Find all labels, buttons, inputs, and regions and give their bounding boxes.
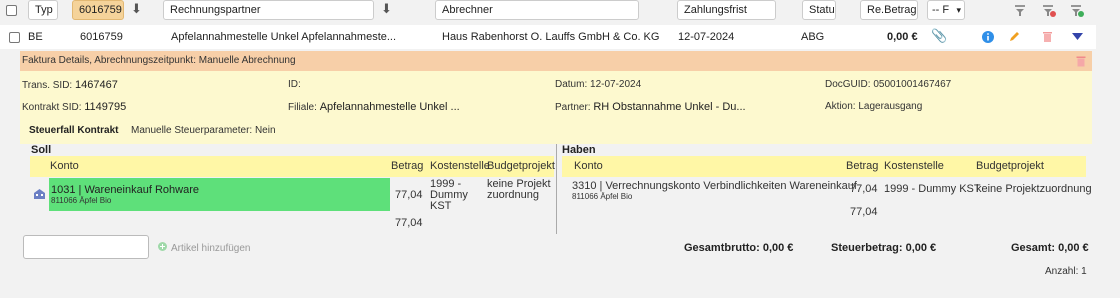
aktion-label: Aktion: (825, 101, 856, 112)
filter-remove-icon[interactable] (1042, 5, 1056, 17)
details-delete-icon[interactable] (1076, 55, 1086, 67)
soll-betrag: 77,04 (395, 189, 423, 201)
id-field: ID: (288, 79, 301, 90)
haben-header-kostenstelle: Kostenstelle (884, 160, 944, 172)
row-number: 6016759 (80, 31, 123, 43)
haben-title: Haben (562, 144, 596, 156)
row-partner: Apfelannahmestelle Unkel Apfelannahmeste… (171, 31, 397, 43)
docguid-label: DocGUID: (825, 79, 871, 90)
section-divider (556, 144, 557, 234)
table-row[interactable]: BE 6016759 Apfelannahmestelle Unkel Apfe… (0, 25, 1096, 49)
kontrakt-sid-value: 1149795 (84, 101, 127, 113)
expand-caret-icon[interactable] (1072, 33, 1083, 41)
haben-total: 77,04 (850, 206, 878, 218)
steuerfall-label: Steuerfall Kontrakt (29, 125, 119, 136)
article-search-input[interactable] (23, 235, 149, 259)
anzahl: Anzahl: 1 (1045, 266, 1087, 277)
soll-konto-sub: 811066 Äpfel Bio (51, 196, 112, 205)
info-icon[interactable] (982, 31, 994, 43)
haben-konto-cell[interactable]: 3310 | Verrechnungskonto Verbindlichkeit… (572, 180, 857, 201)
trans-sid-value: 1467467 (74, 79, 118, 91)
trans-sid-label: Trans. SID: (22, 80, 73, 91)
haben-budgetprojekt: keine Projektzuordnung (976, 183, 1092, 195)
haben-konto-sub: 811066 Äpfel Bio (572, 192, 633, 201)
edit-pencil-icon[interactable] (1008, 30, 1021, 43)
zahlungsfrist-filter[interactable]: Zahlungsfrist (677, 0, 776, 20)
filiale-field: Filiale: Apfelannahmestelle Unkel ... (288, 101, 460, 113)
delete-trash-icon[interactable] (1042, 30, 1053, 43)
kontrakt-sid-label: Kontrakt SID: (22, 102, 82, 113)
details-header-text: Faktura Details, Abrechnungszeitpunkt: M… (22, 55, 296, 66)
partner-value: RH Obstannahme Unkel - Du... (593, 101, 746, 113)
soll-header-konto: Konto (50, 160, 79, 172)
aktion-value: Lagerausgang (858, 101, 923, 112)
haben-kostenstelle: 1999 - Dummy KST (884, 183, 981, 195)
docguid-value: 05001001467467 (873, 79, 952, 90)
haben-header-budgetprojekt: Budgetprojekt (976, 160, 1044, 172)
aktion-field: Aktion: Lagerausgang (825, 101, 922, 112)
soll-header-kostenstelle: Kostenstelle (430, 160, 490, 172)
add-circle-icon[interactable] (158, 242, 167, 251)
docguid-field: DocGUID: 05001001467467 (825, 79, 951, 90)
sort-down-icon-2[interactable]: ⬇ (381, 1, 392, 17)
soll-budgetprojekt: keine Projektzuordnung (487, 178, 551, 201)
gesamt: Gesamt: 0,00 € (1011, 242, 1089, 254)
soll-kostenstelle: 1999 - Dummy KST (430, 178, 468, 212)
soll-header-budgetprojekt: Budgetprojekt (487, 160, 555, 172)
building-icon (34, 189, 45, 199)
haben-header-betrag: Betrag (846, 160, 879, 172)
rebetrag-filter[interactable]: Re.Betrag (860, 0, 918, 20)
datum-value: 12-07-2024 (590, 79, 642, 90)
row-abrechner: Haus Rabenhorst O. Lauffs GmbH & Co. KG (442, 31, 660, 43)
id-label: ID: (288, 79, 301, 90)
soll-title: Soll (31, 144, 52, 156)
add-article-button[interactable]: Artikel hinzufügen (171, 243, 251, 254)
haben-betrag: 77,04 (850, 183, 878, 195)
soll-total: 77,04 (395, 217, 423, 229)
datum-field: Datum: 12-07-2024 (555, 79, 641, 90)
datum-label: Datum: (555, 79, 588, 90)
row-checkbox[interactable] (9, 32, 20, 43)
haben-table-header: Konto Betrag Kostenstelle Budgetprojekt (562, 156, 1086, 177)
steuerbetrag: Steuerbetrag: 0,00 € (831, 242, 937, 254)
row-amount: 0,00 € (887, 31, 918, 43)
filter-add-icon[interactable] (1070, 5, 1084, 17)
partner-label: Partner: (555, 102, 591, 113)
number-filter[interactable]: 6016759 (72, 0, 124, 20)
soll-header-betrag: Betrag (391, 160, 424, 172)
partner-field: Partner: RH Obstannahme Unkel - Du... (555, 101, 746, 113)
rechnungspartner-filter[interactable]: Rechnungspartner (163, 0, 374, 20)
soll-konto-cell[interactable]: 1031 | Wareneinkauf Rohware 811066 Äpfel… (49, 178, 390, 211)
kontrakt-sid: Kontrakt SID: 1149795 (22, 101, 126, 113)
soll-konto: 1031 | Wareneinkauf Rohware (51, 184, 199, 196)
soll-table-header: Konto Betrag Kostenstelle Budgetprojekt (30, 156, 555, 177)
filiale-label: Filiale: (288, 102, 317, 113)
status-filter[interactable]: Status (802, 0, 836, 20)
trans-sid: Trans. SID: 1467467 (22, 79, 118, 91)
details-header: Faktura Details, Abrechnungszeitpunkt: M… (20, 51, 1092, 71)
row-date: 12-07-2024 (678, 31, 735, 43)
gesamtbrutto: Gesamtbrutto: 0,00 € (684, 242, 794, 254)
abrechner-filter[interactable]: Abrechner (435, 0, 639, 20)
typ-filter[interactable]: Typ (28, 0, 58, 20)
filter-select-value: -- F (932, 4, 950, 16)
row-typ: BE (28, 31, 43, 43)
sort-down-icon[interactable]: ⬇ (131, 1, 142, 17)
filiale-value: Apfelannahmestelle Unkel ... (319, 101, 460, 113)
select-all-checkbox[interactable] (6, 5, 17, 16)
filter-icon[interactable] (1014, 5, 1026, 17)
steuer-param: Manuelle Steuerparameter: Nein (131, 125, 276, 136)
chevron-down-icon: ▾ (956, 5, 961, 15)
filter-select[interactable]: -- F ▾ (927, 0, 965, 20)
row-status: ABG (801, 31, 825, 43)
haben-header-konto: Konto (574, 160, 603, 172)
haben-konto: 3310 | Verrechnungskonto Verbindlichkeit… (572, 180, 857, 192)
attachment-icon[interactable]: 📎 (931, 28, 947, 44)
